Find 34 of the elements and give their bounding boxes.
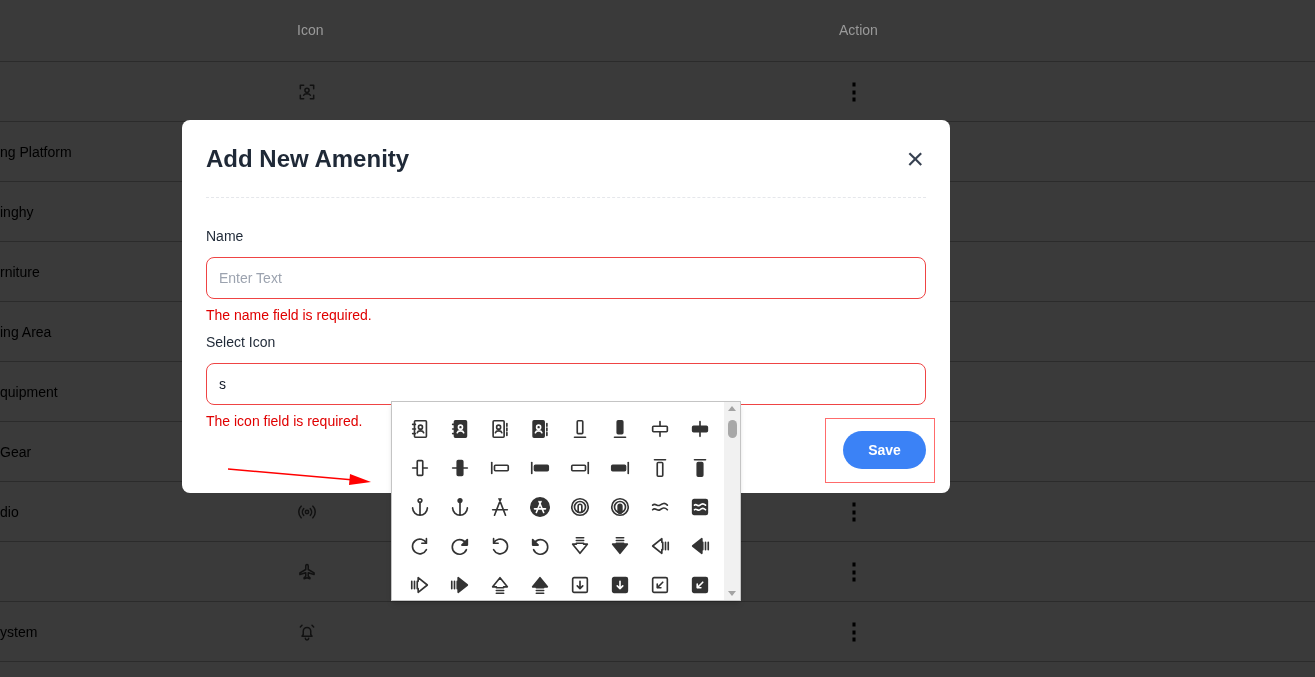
close-button[interactable]: × [906, 143, 924, 174]
save-button[interactable]: Save [843, 431, 926, 469]
arrow-down-icon[interactable] [609, 534, 631, 557]
broadcast-icon[interactable] [609, 495, 631, 518]
more-menu-button[interactable]: ⋮ [839, 80, 869, 103]
letter-a-icon[interactable] [489, 495, 511, 518]
column-header: Icon [297, 21, 325, 40]
table-cell: Gear [0, 443, 32, 460]
table-cell: ystem [0, 623, 38, 640]
table-cell: quipment [0, 383, 58, 400]
table-cell: ing Area [0, 323, 52, 340]
anchor-icon[interactable] [449, 495, 471, 518]
more-menu-button[interactable]: ⋮ [839, 500, 869, 523]
input-field[interactable]: Enter Text [206, 257, 926, 299]
contact-book-icon[interactable] [489, 417, 511, 440]
field-label: Name [206, 227, 245, 246]
error-message: The name field is required. [206, 306, 372, 325]
broadcast-icon[interactable] [569, 495, 591, 518]
letter-a-icon[interactable] [529, 495, 551, 518]
table-cell: inghy [0, 203, 34, 220]
scrollbar[interactable] [724, 402, 740, 600]
error-message: The icon field is required. [206, 412, 363, 431]
column-header: Action [839, 21, 879, 40]
table-cell: ng Platform [0, 143, 72, 160]
more-menu-button[interactable]: ⋮ [839, 620, 869, 643]
table-cell: rniture [0, 263, 40, 280]
arrow-down-icon[interactable] [569, 534, 591, 557]
contact-book-icon[interactable] [529, 417, 551, 440]
airplane-icon [297, 561, 317, 582]
modal-title: Add New Amenity [206, 143, 410, 174]
more-menu-button[interactable]: ⋮ [839, 560, 869, 583]
anchor-icon[interactable] [409, 495, 431, 518]
field-label: Select Icon [206, 333, 277, 352]
table-cell: dio [0, 503, 19, 520]
